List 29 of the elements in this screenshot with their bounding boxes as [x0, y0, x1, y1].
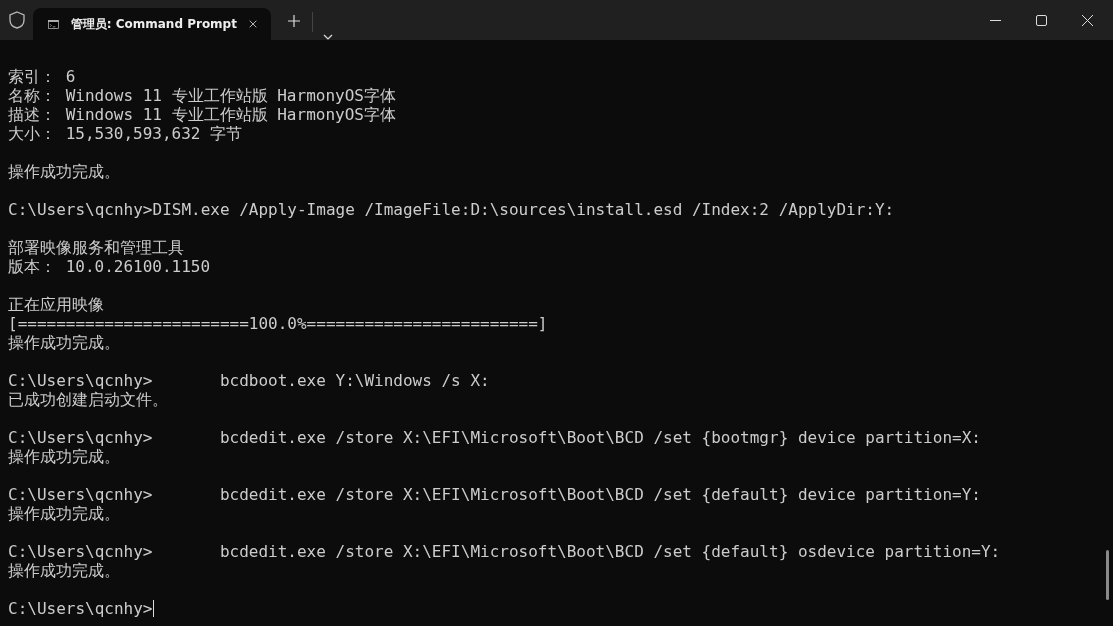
console-line: C:\Users\qcnhy>DISM.exe /Apply-Image /ImageFile:D:\sources\install.esd /Index:2 /ApplyDir:Y: — [8, 200, 895, 219]
close-icon[interactable] — [1082, 14, 1093, 26]
console-line: C:\Users\qcnhy> bcdedit.exe /store X:\EFI\Microsoft\Boot\BCD /set {default} device partition=Y: — [8, 485, 981, 504]
console-line: 操作成功完成。 — [8, 333, 120, 352]
command-prompt: C:\Users\qcnhy> — [8, 599, 153, 618]
console-line: 操作成功完成。 — [8, 447, 120, 466]
console-line: 操作成功完成。 — [8, 504, 120, 523]
console-line: 部署映像服务和管理工具 — [8, 238, 184, 257]
console-line: C:\Users\qcnhy> bcdedit.exe /store X:\EFI\Microsoft\Boot\BCD /set {bootmgr} device partition=X: — [8, 428, 981, 447]
console-line: C:\Users\qcnhy> bcdboot.exe Y:\Windows /s X: — [8, 371, 490, 390]
shield-icon — [9, 11, 25, 29]
dropdown-caret-icon[interactable] — [323, 34, 333, 40]
console-line: 操作成功完成。 — [8, 561, 120, 580]
console-line: 正在应用映像 — [8, 295, 104, 314]
console-line: 版本： 10.0.26100.1150 — [8, 257, 211, 276]
console-line: C:\Users\qcnhy> bcdedit.exe /store X:\EFI\Microsoft\Boot\BCD /set {default} osdevice partition=Y: — [8, 542, 1001, 561]
maximize-icon[interactable] — [1036, 14, 1047, 26]
console-line: [========================100.0%========================] — [8, 314, 548, 333]
terminal-tab[interactable]: 管理员: Command Prompt — [33, 8, 271, 40]
console-icon — [48, 17, 59, 31]
close-tab-icon[interactable] — [248, 18, 257, 30]
new-tab-icon[interactable] — [288, 15, 300, 27]
console-line: 名称： Windows 11 专业工作站版 HarmonyOS字体 — [8, 86, 396, 105]
console-line: 已成功创建启动文件。 — [8, 390, 168, 409]
console-line: 操作成功完成。 — [8, 162, 120, 181]
console-line: 大小： 15,530,593,632 字节 — [8, 124, 243, 143]
scrollbar-thumb[interactable] — [1106, 550, 1109, 600]
console-line: 索引： 6 — [8, 67, 76, 86]
console-line: 描述： Windows 11 专业工作站版 HarmonyOS字体 — [8, 105, 396, 124]
